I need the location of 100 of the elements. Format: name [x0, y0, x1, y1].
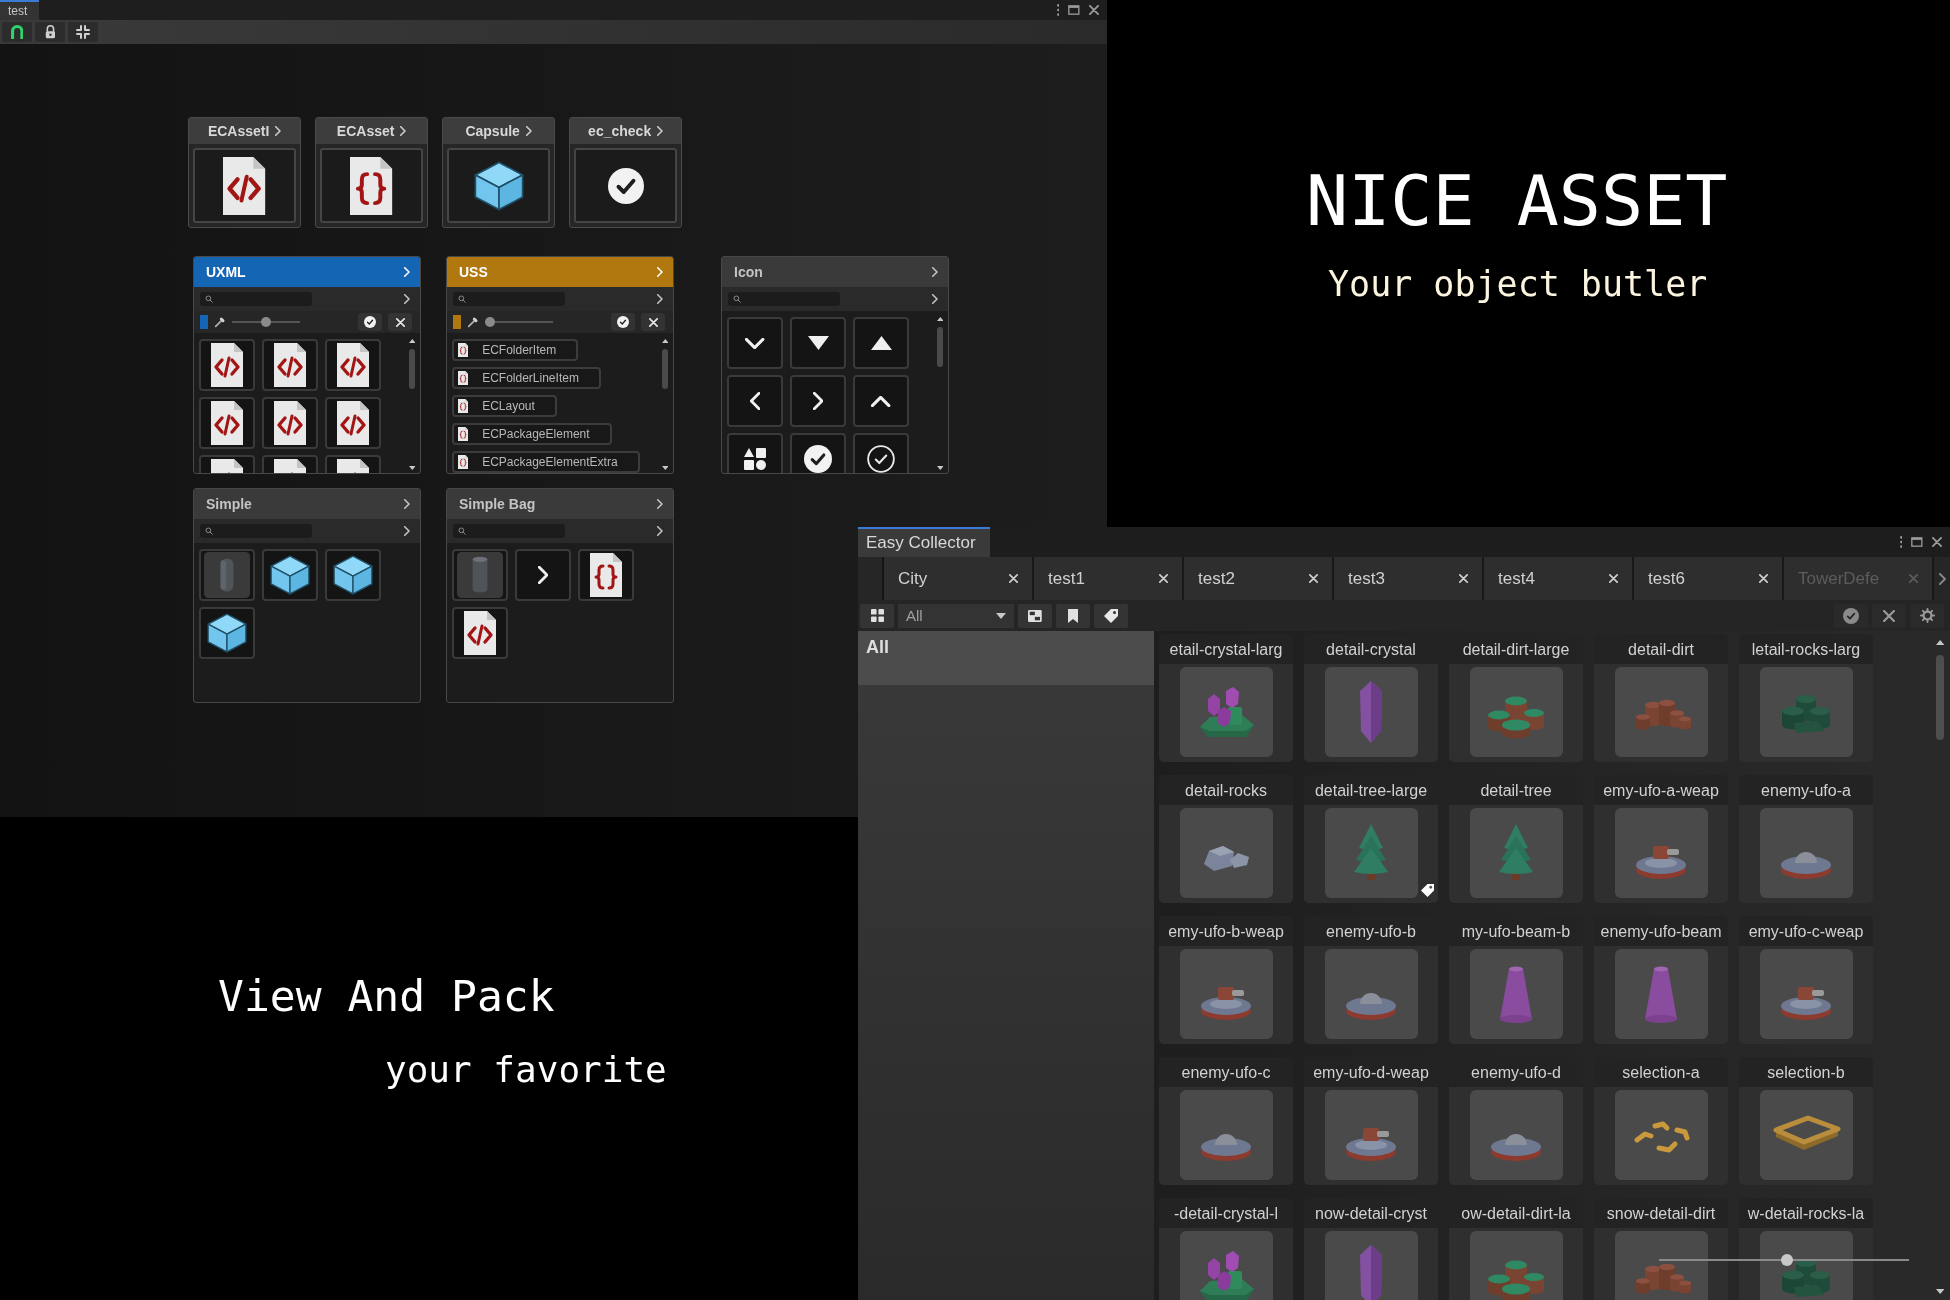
chevron-right-icon[interactable]: [657, 499, 663, 509]
toolbar-button[interactable]: [2, 22, 32, 42]
asset-card[interactable]: selection-a: [1594, 1057, 1728, 1185]
toolbar-button[interactable]: [35, 22, 65, 42]
collection-tab[interactable]: test1: [1034, 557, 1184, 600]
asset-tile[interactable]: [515, 549, 571, 601]
asset-tile[interactable]: [262, 339, 318, 391]
search-field[interactable]: [200, 524, 312, 538]
chevron-right-icon[interactable]: [932, 294, 938, 304]
asset-card[interactable]: letail-rocks-larg: [1739, 634, 1873, 762]
collection-tab[interactable]: test4: [1484, 557, 1634, 600]
close-icon[interactable]: [1089, 5, 1099, 15]
chevron-right-icon[interactable]: [657, 294, 663, 304]
list-item[interactable]: ECPackageElement: [452, 423, 612, 445]
slider-thumb[interactable]: [1780, 1254, 1793, 1266]
chevron-right-icon[interactable]: [657, 126, 663, 136]
asset-tile[interactable]: [578, 549, 634, 601]
chevron-right-icon[interactable]: [1939, 572, 1946, 585]
chevron-right-icon[interactable]: [404, 526, 410, 536]
more-options-icon[interactable]: [1899, 536, 1903, 548]
asset-tile[interactable]: [262, 549, 318, 601]
collection-tab[interactable]: test3: [1334, 557, 1484, 600]
list-item[interactable]: ECFolderItem: [452, 339, 579, 361]
bookmark-button[interactable]: [1056, 603, 1090, 628]
chevron-right-icon[interactable]: [932, 267, 938, 277]
asset-tile[interactable]: [790, 433, 846, 473]
window-tab[interactable]: Easy Collector: [858, 527, 990, 557]
scrollbar-thumb[interactable]: [662, 349, 668, 389]
chevron-right-icon[interactable]: [404, 294, 410, 304]
search-field[interactable]: [728, 292, 840, 306]
view-button[interactable]: [860, 603, 894, 628]
caret-up-icon[interactable]: [408, 339, 416, 343]
asset-tile[interactable]: [262, 397, 318, 449]
chevron-right-icon[interactable]: [275, 126, 282, 136]
asset-card[interactable]: detail-rocks: [1159, 775, 1293, 903]
asset-card[interactable]: -detail-crystal-l: [1159, 1198, 1293, 1300]
eyedropper-icon[interactable]: [467, 316, 479, 328]
maximize-icon[interactable]: [1068, 5, 1080, 15]
asset-card[interactable]: enemy-ufo-c: [1159, 1057, 1293, 1185]
asset-card[interactable]: emy-ufo-b-weap: [1159, 916, 1293, 1044]
asset-tile[interactable]: [727, 433, 783, 473]
asset-card[interactable]: detail-dirt: [1594, 634, 1728, 762]
collection-tab[interactable]: test6: [1634, 557, 1784, 600]
asset-card[interactable]: snow-detail-dirt: [1594, 1198, 1728, 1300]
chevron-right-icon[interactable]: [400, 126, 407, 136]
asset-card[interactable]: ECAsset: [315, 117, 428, 228]
chevron-right-icon[interactable]: [525, 126, 532, 136]
caret-down-icon[interactable]: [408, 466, 416, 470]
caret-down-icon[interactable]: [1935, 1289, 1945, 1294]
sidebar-item[interactable]: All: [858, 631, 1154, 685]
asset-tile[interactable]: [199, 397, 255, 449]
more-options-icon[interactable]: [1056, 4, 1060, 16]
asset-tile[interactable]: [452, 549, 508, 601]
chevron-right-icon[interactable]: [657, 526, 663, 536]
window-tab[interactable]: test: [0, 0, 40, 20]
tag-button[interactable]: [1094, 603, 1128, 628]
layout-button[interactable]: [1018, 603, 1052, 628]
asset-tile[interactable]: [325, 397, 381, 449]
close-icon[interactable]: [1932, 537, 1942, 547]
caret-up-icon[interactable]: [936, 317, 944, 321]
asset-card[interactable]: emy-ufo-c-weap: [1739, 916, 1873, 1044]
eyedropper-icon[interactable]: [214, 316, 226, 328]
clear-button[interactable]: [1872, 603, 1906, 628]
maximize-icon[interactable]: [1911, 537, 1923, 547]
list-item[interactable]: ECPackageElementExtra: [452, 451, 640, 473]
color-swatch-icon[interactable]: [200, 315, 208, 329]
apply-button[interactable]: [358, 313, 382, 331]
asset-tile[interactable]: [325, 339, 381, 391]
list-item[interactable]: ECFolderLineItem: [452, 367, 601, 389]
slider-thumb[interactable]: [485, 317, 496, 327]
asset-tile[interactable]: [452, 607, 508, 659]
asset-tile[interactable]: [727, 375, 783, 427]
asset-tile[interactable]: [853, 433, 909, 473]
search-field[interactable]: [453, 292, 565, 306]
scrollbar-thumb[interactable]: [409, 349, 415, 389]
caret-up-icon[interactable]: [1935, 640, 1945, 645]
asset-tile[interactable]: [199, 607, 255, 659]
asset-tile[interactable]: [790, 375, 846, 427]
asset-tile[interactable]: [727, 317, 783, 369]
asset-tile[interactable]: [853, 375, 909, 427]
asset-tile[interactable]: [199, 339, 255, 391]
asset-card[interactable]: Capsule: [442, 117, 555, 228]
asset-card[interactable]: enemy-ufo-beam: [1594, 916, 1728, 1044]
filter-dropdown[interactable]: All: [898, 603, 1014, 628]
asset-tile[interactable]: [325, 549, 381, 601]
search-field[interactable]: [453, 524, 565, 538]
slider-thumb[interactable]: [261, 317, 271, 327]
asset-card[interactable]: etail-crystal-larg: [1159, 634, 1293, 762]
color-swatch-icon[interactable]: [453, 315, 461, 329]
asset-card[interactable]: ECAssetI: [188, 117, 301, 228]
toolbar-button[interactable]: [68, 22, 98, 42]
caret-up-icon[interactable]: [661, 339, 669, 343]
collection-tab[interactable]: City: [884, 557, 1034, 600]
close-button[interactable]: [641, 313, 665, 331]
caret-down-icon[interactable]: [936, 466, 944, 470]
asset-tile[interactable]: [199, 549, 255, 601]
scrollbar-thumb[interactable]: [1936, 655, 1944, 740]
asset-card[interactable]: ec_check: [569, 117, 682, 228]
close-button[interactable]: [388, 313, 412, 331]
chevron-right-icon[interactable]: [404, 499, 410, 509]
